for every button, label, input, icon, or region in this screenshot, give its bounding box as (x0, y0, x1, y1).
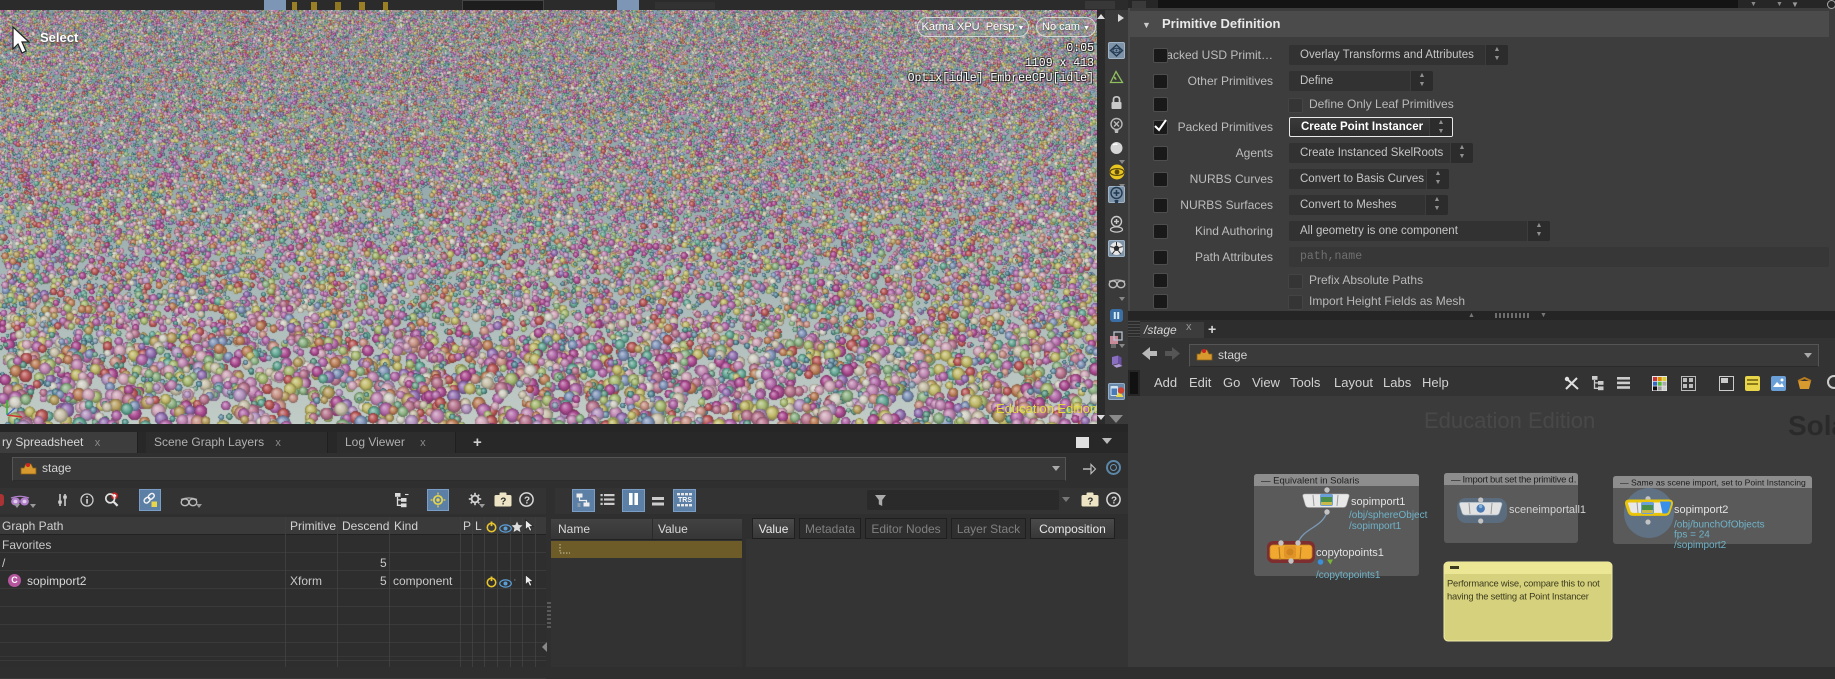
svg-text:/sopimport1: /sopimport1 (1349, 521, 1402, 532)
svg-text:copytopoints1: copytopoints1 (1316, 547, 1384, 559)
svg-text:?: ? (524, 495, 530, 506)
svg-text:Performance wise, compare this: Performance wise, compare this to not (1447, 578, 1600, 589)
svg-text:— Equivalent in Solaris: — Equivalent in Solaris (1261, 476, 1359, 487)
svg-text:sceneimportall1: sceneimportall1 (1509, 504, 1586, 516)
svg-text:/sopimport2: /sopimport2 (1674, 540, 1727, 551)
svg-text:?: ? (1111, 495, 1117, 506)
svg-text:— Import but set the primitive: — Import but set the primitive d… (1451, 475, 1583, 486)
svg-text:sopimport1: sopimport1 (1351, 496, 1405, 508)
svg-text:having the setting at Point In: having the setting at Point Instancer (1447, 591, 1589, 602)
svg-text:sopimport2: sopimport2 (1674, 504, 1728, 516)
svg-text:TRS: TRS (678, 497, 692, 504)
svg-text:?: ? (500, 496, 506, 507)
svg-text:?: ? (1087, 496, 1093, 507)
svg-text:fps = 24: fps = 24 (1674, 530, 1710, 541)
svg-text:/obj/sphereObject: /obj/sphereObject (1349, 510, 1428, 521)
svg-text:— Same as scene import, set to: — Same as scene import, set to Point Ins… (1620, 478, 1806, 488)
svg-text:/copytopoints1: /copytopoints1 (1316, 570, 1381, 581)
